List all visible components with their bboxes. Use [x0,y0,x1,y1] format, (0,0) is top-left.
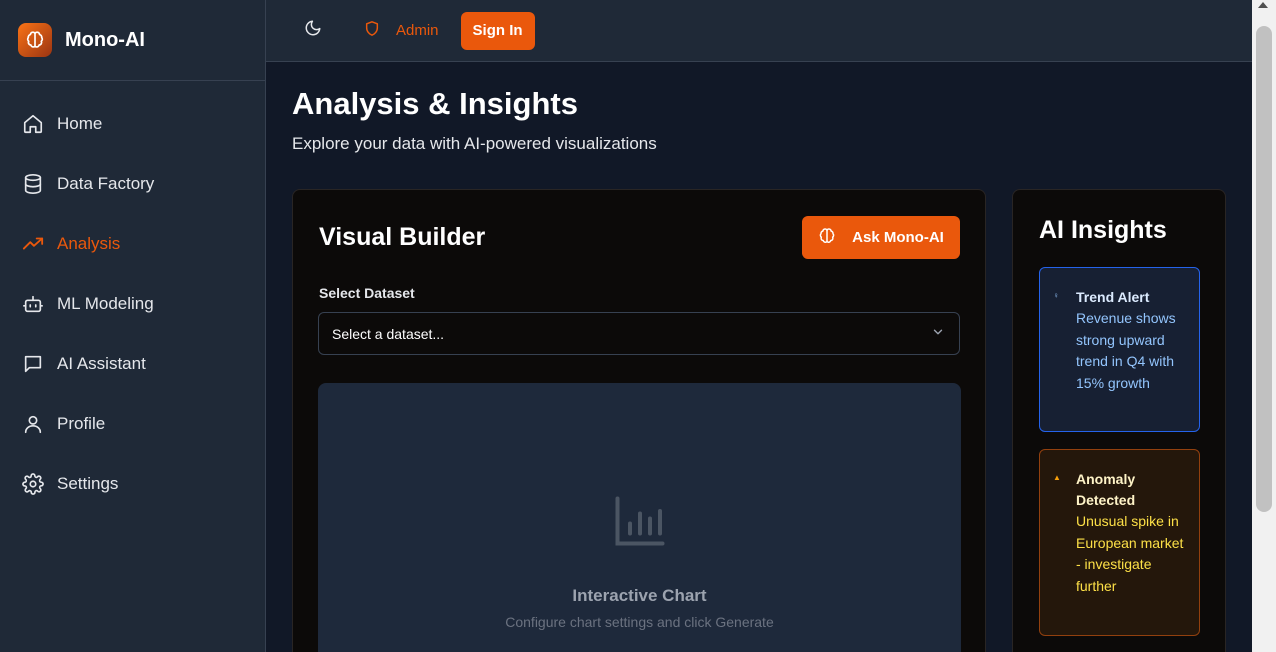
page-title: Analysis & Insights [292,86,578,121]
scroll-up-arrow-icon[interactable] [1258,2,1268,8]
sidebar-item-label: Settings [57,474,119,493]
sidebar-item-label: Home [57,114,103,133]
lightbulb-icon: ♀ [1053,291,1059,300]
database-icon [22,173,44,195]
select-dataset-label: Select Dataset [319,285,415,301]
sidebar-item-home[interactable]: Home [0,94,265,154]
moon-icon [304,19,322,42]
bot-icon [22,293,44,315]
chart-placeholder-hint: Configure chart settings and click Gener… [505,614,774,630]
page-subtitle: Explore your data with AI-powered visual… [292,134,657,153]
ask-mono-ai-button[interactable]: Ask Mono-AI [802,216,960,259]
sidebar-item-label: Analysis [57,234,121,253]
chart-placeholder: Interactive Chart Configure chart settin… [318,383,961,652]
topbar: Admin Sign In [266,0,1252,62]
user-icon [22,413,44,435]
dataset-select[interactable]: Select a dataset... [318,312,960,355]
sign-in-button[interactable]: Sign In [460,11,535,50]
visual-builder-card: Visual Builder Ask Mono-AI Select Datase… [292,189,986,652]
chat-icon [22,353,44,375]
shield-icon [364,20,380,41]
insight-title: Anomaly Detected [1076,471,1136,508]
sidebar-item-label: ML Modeling [57,294,154,313]
sidebar-item-data-factory[interactable]: Data Factory [0,154,265,214]
sidebar-nav: Home Data Factory Analysis ML Modeling A… [0,81,265,514]
home-icon [22,113,44,135]
chevron-down-icon [931,325,945,342]
main-content: Analysis & Insights Explore your data wi… [292,62,1226,652]
page-scrollbar[interactable] [1252,0,1276,652]
theme-toggle-button[interactable] [302,20,324,42]
insight-body: Revenue shows strong upward trend in Q4 … [1076,310,1176,391]
trending-up-icon [22,233,44,255]
sidebar: Mono-AI Home Data Factory Analysis ML Mo… [0,0,266,652]
brain-logo-icon [18,23,52,57]
sidebar-item-ai-assistant[interactable]: AI Assistant [0,334,265,394]
sidebar-item-label: Data Factory [57,174,155,193]
app-name: Mono-AI [65,28,145,51]
dataset-select-value: Select a dataset... [332,325,445,342]
visual-builder-title: Visual Builder [319,223,486,251]
insight-anomaly-detected[interactable]: ▲ Anomaly Detected Unusual spike in Euro… [1039,449,1200,636]
sidebar-item-profile[interactable]: Profile [0,394,265,454]
ai-insights-title: AI Insights [1039,216,1167,244]
sidebar-item-label: Profile [57,414,106,433]
scroll-thumb[interactable] [1256,26,1272,512]
ask-mono-ai-label: Ask Mono-AI [852,229,944,246]
admin-link[interactable]: Admin [364,20,439,41]
sidebar-item-settings[interactable]: Settings [0,454,265,514]
brain-icon [818,227,836,249]
insight-body: Unusual spike in European market - inves… [1076,513,1184,594]
sidebar-item-ml-modeling[interactable]: ML Modeling [0,274,265,334]
admin-label: Admin [396,22,439,39]
bar-chart-icon [610,491,670,556]
gear-icon [22,473,44,495]
insight-trend-alert[interactable]: ♀ Trend Alert Revenue shows strong upwar… [1039,267,1200,432]
sidebar-item-analysis[interactable]: Analysis [0,214,265,274]
chart-placeholder-title: Interactive Chart [572,586,707,605]
ai-insights-card: AI Insights ♀ Trend Alert Revenue shows … [1012,189,1226,652]
insight-title: Trend Alert [1076,289,1150,305]
warning-icon: ▲ [1053,473,1061,482]
brand[interactable]: Mono-AI [0,0,265,81]
sidebar-item-label: AI Assistant [57,354,146,373]
